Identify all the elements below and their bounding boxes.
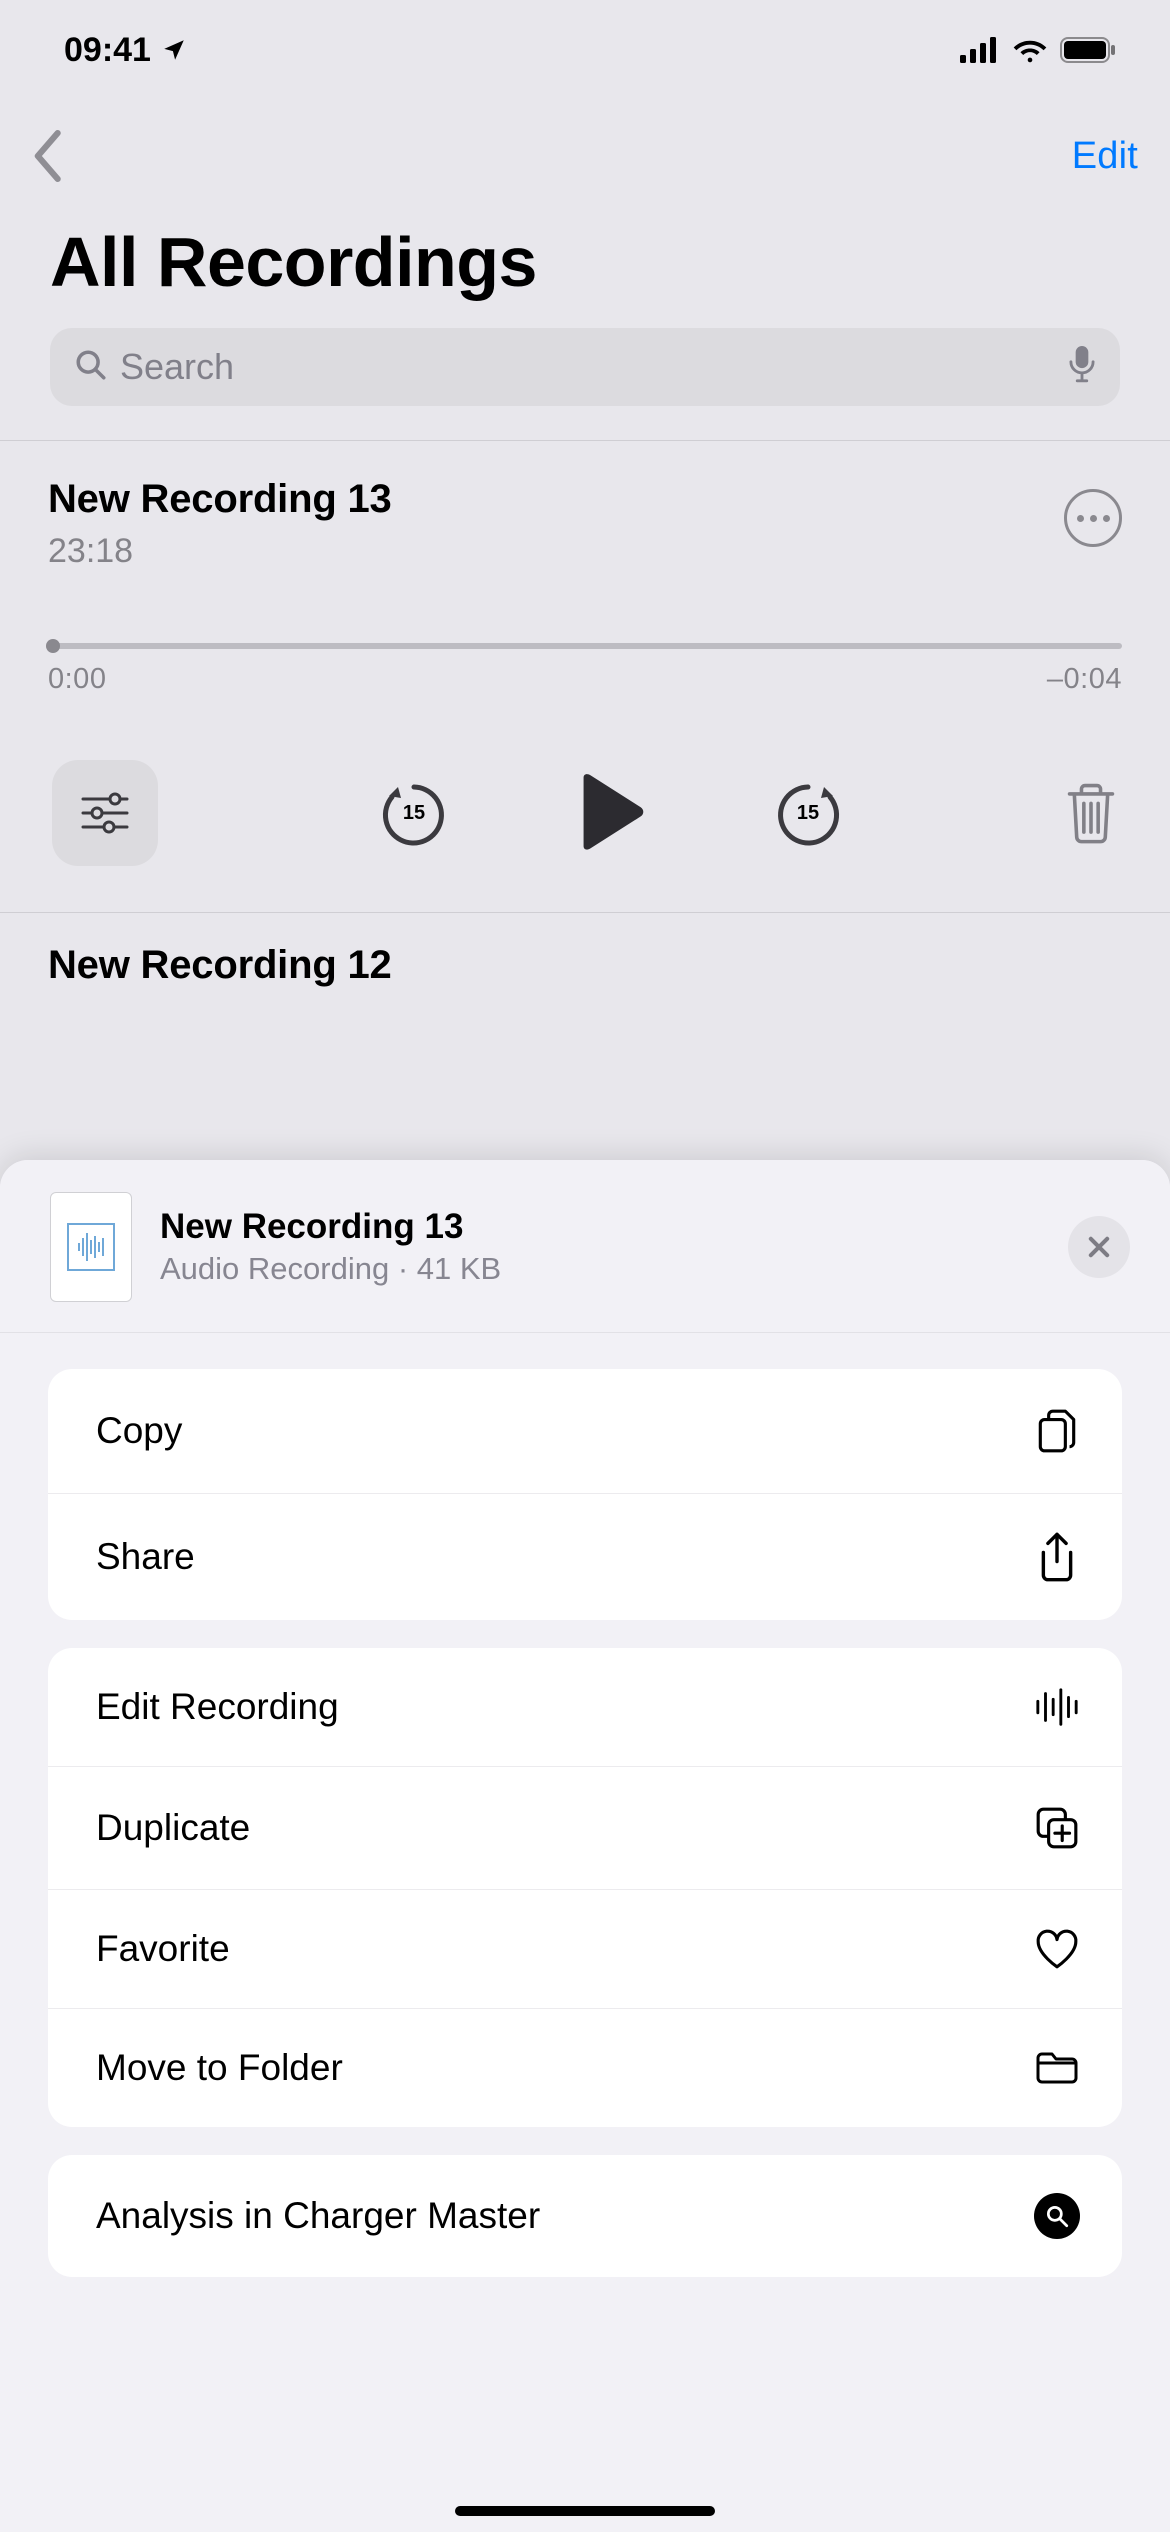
action-sheet: New Recording 13 Audio Recording · 41 KB… [0,1160,1170,2532]
wifi-icon [1012,37,1048,63]
search-field[interactable] [50,328,1120,406]
elapsed-time: 0:00 [48,663,106,696]
search-input[interactable] [120,346,1056,388]
heart-icon [1034,1928,1080,1970]
menu-item-favorite[interactable]: Favorite [48,1889,1122,2008]
recording-item[interactable]: New Recording 12 [0,913,1170,1018]
close-button[interactable] [1068,1216,1130,1278]
scrubber-knob[interactable] [46,639,60,653]
menu-group: Copy Share [48,1369,1122,1620]
more-options-button[interactable] [1064,489,1122,547]
remaining-time: –0:04 [1047,663,1122,696]
status-bar: 09:41 [0,0,1170,100]
menu-label: Move to Folder [96,2047,343,2089]
sheet-header: New Recording 13 Audio Recording · 41 KB [0,1160,1170,1333]
nav-bar: Edit [0,100,1170,200]
menu-item-copy[interactable]: Copy [48,1369,1122,1493]
menu-label: Analysis in Charger Master [96,2195,540,2237]
copy-icon [1034,1407,1080,1455]
menu-item-move-to-folder[interactable]: Move to Folder [48,2008,1122,2127]
menu-item-edit-recording[interactable]: Edit Recording [48,1648,1122,1766]
menu-label: Favorite [96,1928,230,1970]
duplicate-icon [1034,1805,1080,1851]
waveform-icon [1034,1687,1080,1727]
menu-item-share[interactable]: Share [48,1493,1122,1620]
page-title: All Recordings [0,200,1170,328]
sheet-subtitle: Audio Recording · 41 KB [160,1251,501,1287]
location-icon [161,37,187,63]
menu-label: Duplicate [96,1807,250,1849]
delete-button[interactable] [1064,782,1118,844]
menu-item-duplicate[interactable]: Duplicate [48,1766,1122,1889]
edit-button[interactable]: Edit [1072,135,1138,178]
menu-label: Copy [96,1410,182,1452]
skip-back-label: 15 [403,802,425,825]
play-button[interactable] [576,773,646,853]
sheet-title: New Recording 13 [160,1207,501,1247]
skip-back-button[interactable]: 15 [378,777,450,849]
playback-options-button[interactable] [52,760,158,866]
back-button[interactable] [28,130,66,182]
status-time: 09:41 [64,31,151,70]
ellipsis-icon [1077,515,1110,522]
trash-icon [1064,782,1118,844]
sliders-icon [79,791,131,835]
play-icon [576,773,646,853]
cellular-signal-icon [960,37,1000,63]
menu-group: Edit Recording Duplicate Favorite Move t… [48,1648,1122,2127]
file-thumbnail-icon [50,1192,132,1302]
battery-icon [1060,37,1118,63]
recording-title: New Recording 13 [48,477,392,522]
search-icon [74,348,108,387]
home-indicator[interactable] [455,2506,715,2516]
close-icon [1085,1233,1113,1261]
skip-forward-button[interactable]: 15 [772,777,844,849]
share-icon [1034,1532,1080,1582]
dictation-icon[interactable] [1068,346,1096,389]
recording-timestamp: 23:18 [48,532,392,571]
analysis-app-icon [1034,2193,1080,2239]
playback-scrubber[interactable] [48,643,1122,649]
skip-forward-label: 15 [797,802,819,825]
folder-icon [1034,2048,1080,2088]
recording-item-expanded: New Recording 13 23:18 0:00 –0:04 15 [0,441,1170,912]
menu-label: Edit Recording [96,1686,339,1728]
menu-label: Share [96,1536,195,1578]
menu-item-analysis[interactable]: Analysis in Charger Master [48,2155,1122,2277]
menu-group: Analysis in Charger Master [48,2155,1122,2277]
